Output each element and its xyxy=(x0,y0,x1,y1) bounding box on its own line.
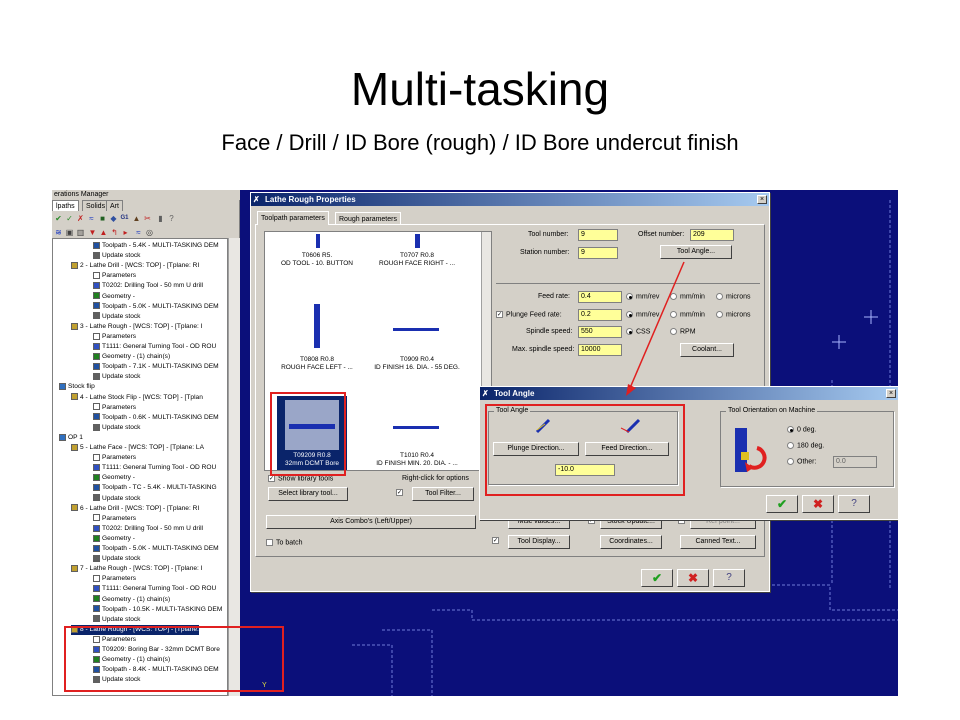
tab-toolpath-parameters[interactable]: Toolpath parameters xyxy=(257,211,329,225)
slide-subtitle: Face / Drill / ID Bore (rough) / ID Bore… xyxy=(221,130,739,155)
annotation-arrow xyxy=(626,261,685,396)
mastercam-screenshot: Y erations Manager lpaths Solids Art ✔ ✓… xyxy=(52,190,898,696)
slide-title: Multi-tasking xyxy=(350,63,610,115)
